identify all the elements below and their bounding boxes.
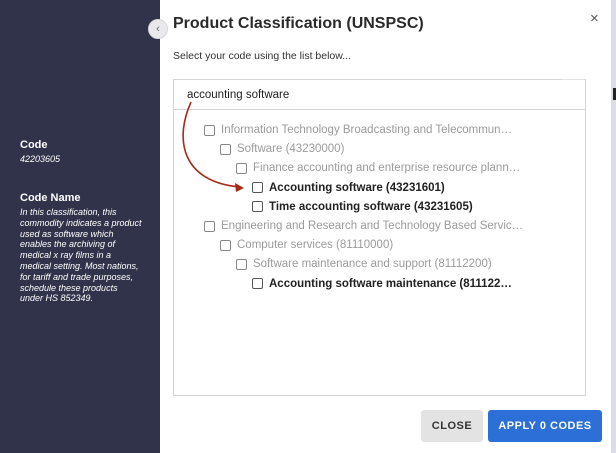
- tree-item[interactable]: Accounting software maintenance (811122…: [252, 276, 579, 292]
- checkbox[interactable]: [252, 278, 263, 290]
- tree-item[interactable]: Computer services (81110000): [220, 237, 579, 253]
- tree-item[interactable]: Time accounting software (43231605): [252, 199, 579, 215]
- sidebar-panel: Code 42203605 Code Name In this classifi…: [0, 0, 160, 453]
- annotation-arrow-icon: [182, 101, 244, 192]
- close-button[interactable]: CLOSE: [421, 410, 483, 442]
- collapse-icon[interactable]: ‹: [148, 19, 168, 39]
- tree-item-label: Finance accounting and enterprise resour…: [253, 162, 521, 175]
- tree-item-label: Software maintenance and support (811122…: [253, 258, 492, 271]
- code-block: Code 42203605: [20, 139, 142, 165]
- apply-codes-button[interactable]: APPLY 0 CODES: [488, 410, 602, 442]
- code-label: Code: [20, 139, 48, 151]
- tree-item-label: Accounting software (43231601): [269, 181, 445, 194]
- tree-item-label: Time accounting software (43231605): [269, 200, 473, 213]
- checkbox[interactable]: [220, 239, 231, 251]
- tree-item[interactable]: Finance accounting and enterprise resour…: [236, 160, 579, 176]
- close-icon[interactable]: ×: [590, 10, 599, 27]
- backdrop-strip: [611, 0, 616, 453]
- tree-item-label: Engineering and Research and Technology …: [221, 220, 524, 232]
- checkbox[interactable]: [236, 258, 247, 270]
- tree-item-label: Computer services (81110000): [237, 239, 394, 252]
- search-corner: [561, 79, 585, 80]
- screen: Code 42203605 Code Name In this classifi…: [0, 0, 616, 453]
- classification-modal: Product Classification (UNSPSC) × Select…: [160, 0, 611, 453]
- tree-item-label: Accounting software maintenance (811122…: [269, 277, 512, 290]
- code-name-label: Code Name: [20, 192, 81, 204]
- tree-item[interactable]: Engineering and Research and Technology …: [204, 218, 579, 234]
- code-value: 42203605: [20, 154, 61, 164]
- code-name-value: In this classification, this commodity i…: [20, 207, 142, 304]
- checkbox[interactable]: [204, 220, 215, 232]
- tree-item[interactable]: Accounting software (43231601): [252, 180, 579, 196]
- code-name-block: Code Name In this classification, this c…: [20, 192, 142, 304]
- tree-item[interactable]: Software maintenance and support (811122…: [236, 256, 579, 272]
